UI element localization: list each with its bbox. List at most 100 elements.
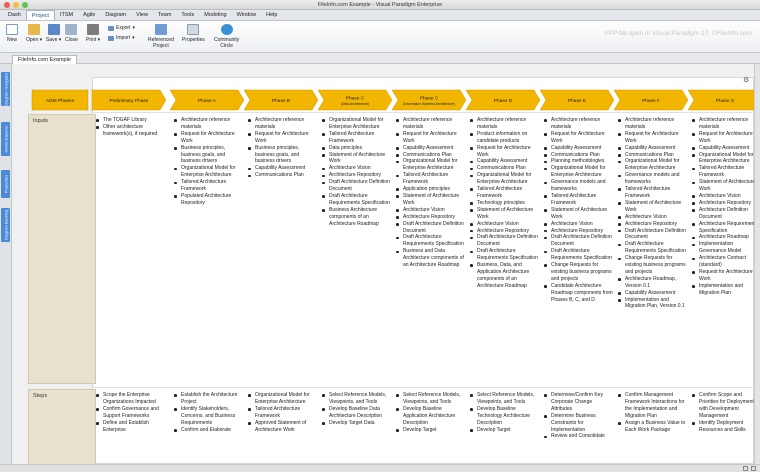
cell-item: Business, Data, and Application Architec…: [469, 262, 539, 290]
gear-icon[interactable]: ⚙: [743, 76, 749, 84]
menu-item-diagram[interactable]: Diagram: [100, 10, 131, 20]
cell-item: Business and Data Architecture component…: [395, 248, 465, 269]
cell-item: Architecture Vision: [617, 214, 687, 221]
close-window-icon[interactable]: [4, 2, 10, 8]
phase-header-6[interactable]: Phase D: [465, 89, 541, 111]
row-divider: [92, 387, 754, 388]
phase-header-2[interactable]: Phase A: [169, 89, 245, 111]
menu-item-modeling[interactable]: Modeling: [199, 10, 231, 20]
row-header-inputs[interactable]: Inputs: [28, 114, 96, 384]
export-button[interactable]: Export ▾: [108, 25, 135, 31]
printer-icon: [87, 24, 100, 35]
row-header-steps[interactable]: Steps: [28, 389, 96, 464]
phase-header-5[interactable]: Phase C(Information Systems Architecture…: [391, 89, 467, 111]
phase-subtitle: (Information Systems Architecture): [403, 102, 455, 106]
matrix-cell[interactable]: Architecture reference materials Request …: [173, 117, 243, 383]
cell-item: Other architecture framework(s), if requ…: [95, 124, 165, 138]
matrix-cell[interactable]: Confirm Scope and Priorities for Deploym…: [691, 392, 754, 464]
cell-item: Architecture Contract (standard): [691, 255, 754, 269]
phase-header-3[interactable]: Phase B: [243, 89, 319, 111]
cell-item: Architecture Repository: [617, 221, 687, 228]
cell-item: Architecture Roadmap, Version 0.1: [617, 276, 687, 290]
menu-item-dash[interactable]: Dash: [3, 10, 26, 20]
matrix-cell[interactable]: Scope the Enterprise Organizations Impac…: [95, 392, 165, 464]
menu-item-itsm[interactable]: ITSM: [55, 10, 78, 20]
cell-item: Approved Statement of Architecture Work: [247, 420, 317, 434]
cell-item: Define and Establish Enterprise: [95, 420, 165, 434]
cell-bullet-list: Establish the Architecture Project Identi…: [173, 392, 243, 433]
menu-item-project[interactable]: Project: [25, 10, 55, 20]
menu-item-agile[interactable]: Agile: [78, 10, 100, 20]
import-icon: [108, 35, 114, 41]
vertical-scrollbar[interactable]: [754, 64, 760, 464]
zoom-window-icon[interactable]: [22, 2, 28, 8]
matrix-cell[interactable]: Architecture reference materials Product …: [469, 117, 539, 383]
cell-item: The TOGAF Library: [95, 117, 165, 124]
phase-header-1[interactable]: Preliminary Phase: [91, 89, 167, 111]
cell-item: Select Reference Models, Viewpoints, and…: [395, 392, 465, 406]
cell-item: Communications Plan: [617, 152, 687, 159]
menu-item-help[interactable]: Help: [261, 10, 282, 20]
matrix-cell[interactable]: Architecture reference materials Request …: [691, 117, 754, 383]
community-circle-button[interactable]: Community Circle: [214, 24, 239, 49]
phase-header-4[interactable]: Phase C(Data Architecture): [317, 89, 393, 111]
minimize-window-icon[interactable]: [13, 2, 19, 8]
matrix-cell[interactable]: Architecture reference materials Request …: [543, 117, 613, 383]
cell-item: Organizational Model for Enterprise Arch…: [247, 392, 317, 406]
cell-item: Request for Architecture Work: [173, 131, 243, 145]
referenced-project-label-2: Project: [153, 43, 169, 49]
tab-diagram-backlog[interactable]: Diagram Backlog: [1, 208, 10, 242]
cell-item: Tailored Architecture Framework: [543, 193, 613, 207]
matrix-cell[interactable]: Select Reference Models, Viewpoints, and…: [395, 392, 465, 464]
notes-icon[interactable]: [751, 466, 756, 471]
cell-bullet-list: Architecture reference materials Request …: [543, 117, 613, 303]
cell-item: Statement of Architecture Work: [543, 207, 613, 221]
matrix-cell[interactable]: Select Reference Models, Viewpoints, and…: [321, 392, 391, 464]
tab-fileinfo-example[interactable]: FileInfo.com Example: [12, 55, 77, 64]
matrix-cell[interactable]: Architecture reference materials Request …: [395, 117, 465, 383]
cell-item: Architecture Roadmap: [691, 234, 754, 241]
diagram-canvas[interactable]: ADM Phases Preliminary Phase Phase A Phase …: [12, 64, 754, 464]
matrix-cell[interactable]: Architecture reference materials Request …: [247, 117, 317, 383]
matrix-cell[interactable]: Establish the Architecture Project Identi…: [173, 392, 243, 464]
matrix-cell[interactable]: Confirm Management Framework Interaction…: [617, 392, 687, 464]
editor-tab-bar: FileInfo.com Example: [0, 53, 760, 64]
phase-header-8[interactable]: Phase F: [613, 89, 689, 111]
matrix-cell[interactable]: Select Reference Models, Viewpoints, and…: [469, 392, 539, 464]
new-button[interactable]: New: [6, 24, 18, 43]
import-button[interactable]: Import ▾: [108, 35, 135, 41]
cell-item: Request for Architecture Work: [691, 131, 754, 145]
cell-bullet-list: Organizational Model for Enterprise Arch…: [247, 392, 317, 433]
matrix-cell[interactable]: The TOGAF Library Other architecture fram…: [95, 117, 165, 383]
cell-item: Draft Architecture Definition Document: [395, 221, 465, 235]
cell-bullet-list: Select Reference Models, Viewpoints, and…: [395, 392, 465, 433]
cell-item: Tailored Architecture Framework: [247, 406, 317, 420]
matrix-cell[interactable]: Organizational Model for Enterprise Arch…: [321, 117, 391, 383]
cell-bullet-list: Organizational Model for Enterprise Arch…: [321, 117, 391, 228]
print-button[interactable]: Print ▾: [86, 24, 100, 43]
mail-icon[interactable]: [743, 466, 748, 471]
close-button[interactable]: Close: [65, 24, 78, 43]
tab-diagram-navigator[interactable]: Diagram Navigator: [1, 72, 10, 106]
phase-header-9[interactable]: Phase G: [687, 89, 754, 111]
menu-item-team[interactable]: Team: [153, 10, 176, 20]
menu-item-tools[interactable]: Tools: [176, 10, 199, 20]
cell-item: Populated Architecture Repository: [173, 193, 243, 207]
cell-item: Architecture reference materials: [247, 117, 317, 131]
open-button[interactable]: Open ▾: [26, 24, 42, 43]
referenced-project-button[interactable]: Referenced Project: [148, 24, 174, 49]
tab-properties[interactable]: Properties: [1, 170, 10, 198]
phase-header-7[interactable]: Phase E: [539, 89, 615, 111]
open-label: Open: [26, 37, 39, 43]
properties-button[interactable]: Properties: [182, 24, 205, 43]
save-button[interactable]: Save ▾: [46, 24, 61, 43]
cell-item: Architecture Vision: [691, 193, 754, 200]
phase-name: Phase E: [568, 98, 586, 104]
matrix-cell[interactable]: Determine/Confirm Key Corporate Change A…: [543, 392, 613, 464]
menu-item-view[interactable]: View: [131, 10, 153, 20]
menu-item-window[interactable]: Window: [232, 10, 262, 20]
cell-item: Implementation Governance Model: [691, 241, 754, 255]
matrix-cell[interactable]: Organizational Model for Enterprise Arch…: [247, 392, 317, 464]
tab-model-explorer[interactable]: Model Explorer: [1, 122, 10, 156]
matrix-cell[interactable]: Architecture reference materials Request …: [617, 117, 687, 383]
